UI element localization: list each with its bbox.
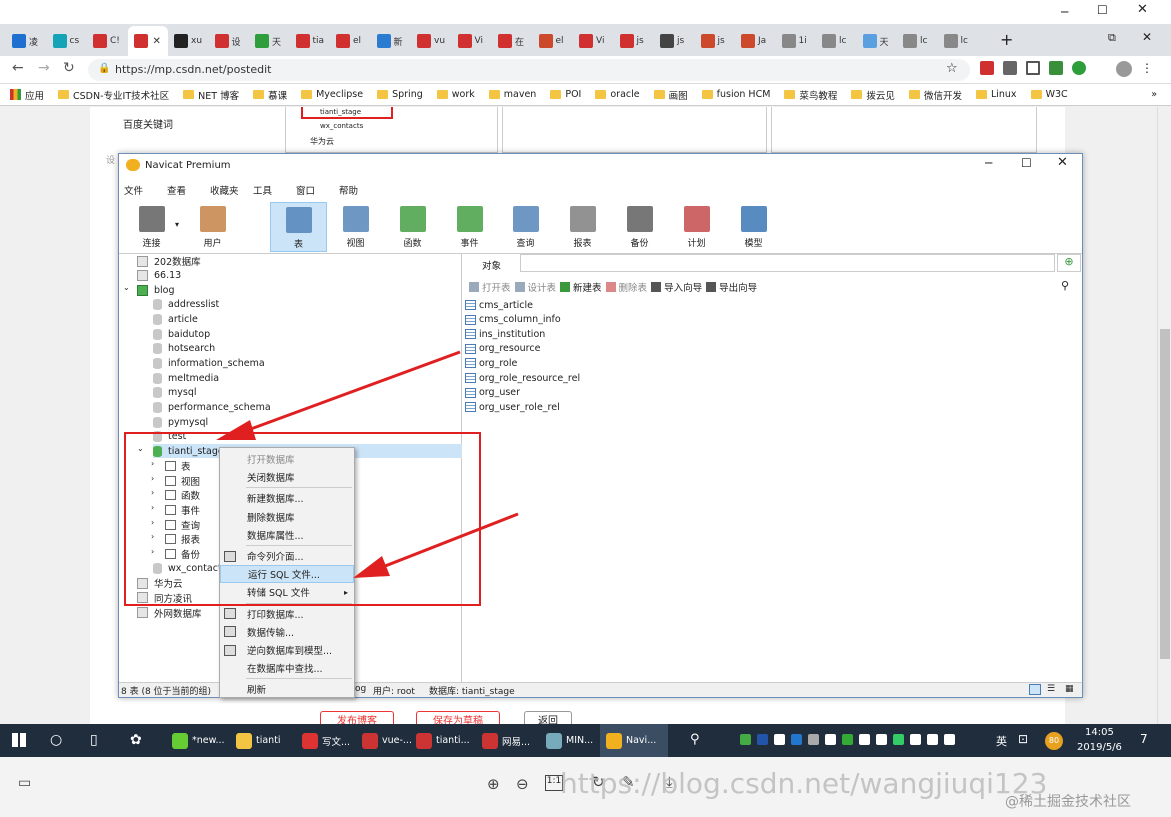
arrow-line <box>247 350 461 432</box>
app-label: tianti <box>256 735 281 746</box>
monitor-icon[interactable]: ▭ <box>18 775 31 791</box>
taskbar: ○ ▯ ✿ *new... tianti 写文... vue-... tianti... 网易.… <box>0 724 1171 757</box>
tray-icon[interactable] <box>893 734 904 745</box>
taskbar-app[interactable]: MIN... <box>540 724 593 757</box>
app-icon <box>236 732 252 749</box>
search-icon[interactable]: ○ <box>50 732 62 748</box>
app-icon <box>416 732 432 749</box>
annotation-arrows <box>216 350 519 578</box>
tray-icon[interactable] <box>825 734 836 745</box>
windows-start-icon[interactable] <box>12 733 26 747</box>
app-label: vue-... <box>382 735 412 746</box>
clock-time[interactable]: 14:05 <box>1085 727 1114 738</box>
tray-icon[interactable] <box>808 734 819 745</box>
taskbar-app[interactable]: tianti... <box>410 724 470 757</box>
app-icon <box>546 732 562 749</box>
people-icon[interactable]: ⚲ <box>690 732 700 747</box>
zoom-out-icon[interactable]: ⊖ <box>516 775 529 793</box>
tray-icon[interactable] <box>876 734 887 745</box>
tray-icon[interactable] <box>927 734 938 745</box>
app-icon <box>362 732 378 749</box>
arrow-head <box>216 420 256 440</box>
app-label: tianti... <box>436 735 470 746</box>
watermark-text: https://blog.csdn.net/wangjiuqi123 <box>560 767 1048 800</box>
tray-icon[interactable] <box>791 734 802 745</box>
app-label: Navi... <box>626 735 657 746</box>
app-icon <box>482 732 498 749</box>
clock-date[interactable]: 2019/5/6 <box>1077 742 1122 753</box>
taskbar-app[interactable]: 网易... <box>476 724 530 757</box>
tray-icon[interactable] <box>859 734 870 745</box>
app-label: 网易... <box>502 736 531 748</box>
taskbar-app[interactable]: Navi... <box>600 724 668 757</box>
taskbar-app[interactable]: tianti <box>230 724 281 757</box>
tray-icon[interactable] <box>740 734 751 745</box>
notification-icon[interactable]: 7 <box>1140 732 1148 746</box>
taskbar-app[interactable]: 写文... <box>296 724 350 757</box>
credit-text: @稀土掘金技术社区 <box>1005 794 1131 810</box>
system-tray <box>740 734 955 745</box>
app-label: 写文... <box>322 736 351 748</box>
app-label: *new... <box>192 735 225 746</box>
app-icon <box>606 732 622 749</box>
keyboard-icon[interactable]: ⊡ <box>1018 732 1028 746</box>
tray-icon[interactable] <box>757 734 768 745</box>
taskbar-app[interactable]: vue-... <box>356 724 412 757</box>
taskbar-app[interactable]: *new... <box>166 724 225 757</box>
pinwheel-icon[interactable]: ✿ <box>130 732 142 748</box>
task-view-icon[interactable]: ▯ <box>90 732 98 748</box>
app-label: MIN... <box>566 735 594 746</box>
tray-icon[interactable] <box>910 734 921 745</box>
badge[interactable]: 80 <box>1045 732 1063 750</box>
arrow-head <box>353 556 390 578</box>
app-icon <box>302 732 318 749</box>
ime-indicator[interactable]: 英 <box>996 733 1007 749</box>
tray-icon[interactable] <box>774 734 785 745</box>
zoom-in-icon[interactable]: ⊕ <box>487 775 500 793</box>
image-viewer-bar: ▭ ⊕ ⊖ 1:1 ↻ ✎ ⤓ https://blog.csdn.net/wa… <box>0 757 1171 817</box>
app-icon <box>172 732 188 749</box>
tray-icon[interactable] <box>842 734 853 745</box>
arrow-line <box>379 512 519 570</box>
tray-icon[interactable] <box>944 734 955 745</box>
